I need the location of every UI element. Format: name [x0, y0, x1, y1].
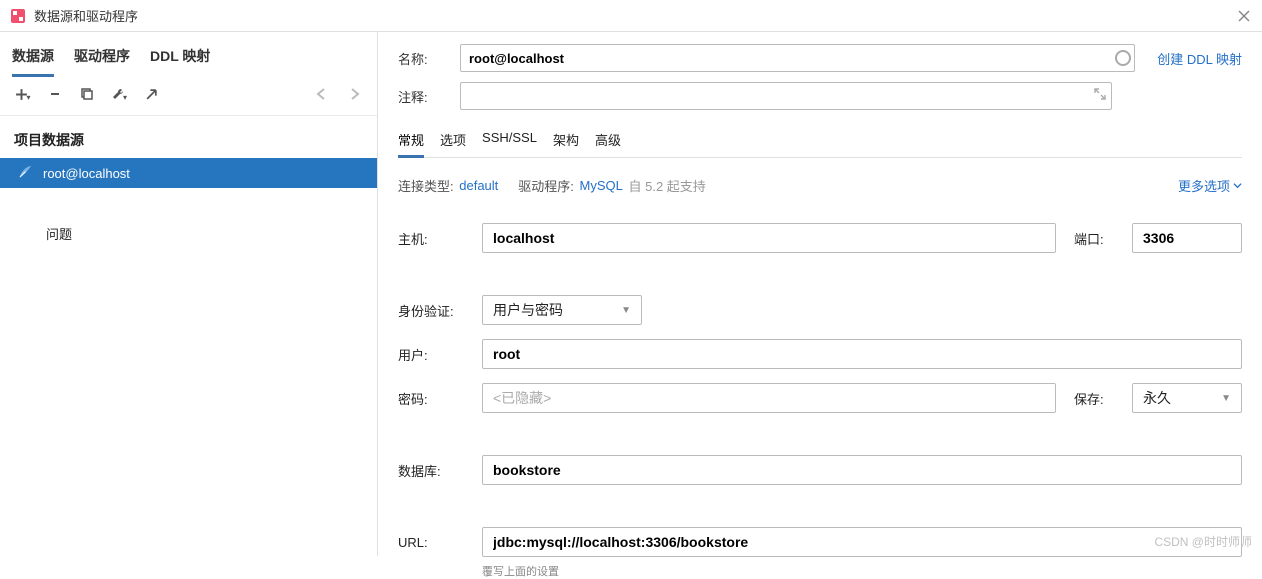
port-input[interactable] [1132, 223, 1242, 253]
close-icon[interactable] [1236, 8, 1252, 24]
tab-driver[interactable]: 驱动程序 [74, 42, 130, 77]
tab-datasource[interactable]: 数据源 [12, 42, 54, 77]
auth-row: 身份验证: 用户与密码 ▼ [398, 295, 1242, 325]
sub-tab-advanced[interactable]: 高级 [595, 126, 621, 158]
chevron-down-icon: ▼ [1221, 393, 1231, 404]
comment-label: 注释: [398, 87, 450, 106]
app-icon [10, 8, 26, 24]
forward-icon[interactable] [345, 85, 363, 103]
main-container: 数据源 驱动程序 DDL 映射 ▾ ▾ 项目数据源 root@localhost… [0, 32, 1262, 556]
right-panel: 名称: 创建 DDL 映射 注释: 常规 选项 SSH/SSL 架构 高级 连接… [378, 32, 1262, 556]
host-input[interactable] [482, 223, 1056, 253]
driver-label: 驱动程序: [518, 176, 574, 195]
user-input[interactable] [482, 339, 1242, 369]
form-grid: 主机: 端口: 身份验证: 用户与密码 ▼ 用户: 密码: 保存: [398, 223, 1242, 579]
more-options-link[interactable]: 更多选项 [1178, 176, 1242, 195]
expand-comment-icon[interactable] [1094, 88, 1106, 103]
url-label: URL: [398, 535, 464, 550]
connection-info-line: 连接类型: default 驱动程序: MySQL 自 5.2 起支持 更多选项 [398, 176, 1242, 195]
copy-icon[interactable] [78, 85, 96, 103]
url-input[interactable] [482, 527, 1242, 557]
sub-tab-ssh[interactable]: SSH/SSL [482, 126, 537, 158]
left-tabs: 数据源 驱动程序 DDL 映射 [0, 32, 377, 77]
feather-icon [18, 164, 33, 182]
auth-label: 身份验证: [398, 301, 464, 320]
watermark: CSDN @时时师师 [1154, 533, 1252, 550]
sub-tabs: 常规 选项 SSH/SSL 架构 高级 [398, 126, 1242, 158]
wrench-icon[interactable]: ▾ [110, 85, 128, 103]
sub-tab-schema[interactable]: 架构 [553, 126, 579, 158]
driver-support-text: 自 5.2 起支持 [629, 176, 706, 195]
sub-tab-options[interactable]: 选项 [440, 126, 466, 158]
conn-type-label: 连接类型: [398, 176, 454, 195]
driver-value[interactable]: MySQL [578, 178, 625, 193]
password-label: 密码: [398, 389, 464, 408]
name-input[interactable] [460, 44, 1135, 72]
database-row: 数据库: [398, 455, 1242, 485]
problems-item[interactable]: 问题 [0, 224, 377, 243]
url-row: URL: [398, 527, 1242, 557]
create-ddl-link[interactable]: 创建 DDL 映射 [1157, 49, 1242, 68]
chevron-down-icon: ▼ [621, 305, 631, 316]
host-label: 主机: [398, 229, 464, 248]
password-row: 密码: 保存: 永久 ▼ [398, 383, 1242, 413]
comment-row: 注释: [398, 82, 1242, 110]
window-title: 数据源和驱动程序 [34, 6, 1236, 25]
tab-ddl-mapping[interactable]: DDL 映射 [150, 42, 210, 77]
left-toolbar: ▾ ▾ [0, 77, 377, 111]
name-row: 名称: 创建 DDL 映射 [398, 44, 1242, 72]
user-label: 用户: [398, 345, 464, 364]
url-hint: 覆写上面的设置 [482, 563, 1242, 579]
port-label: 端口: [1074, 229, 1114, 248]
conn-type-value[interactable]: default [457, 178, 500, 193]
expand-icon[interactable] [142, 85, 160, 103]
database-label: 数据库: [398, 461, 464, 480]
sub-tab-general[interactable]: 常规 [398, 126, 424, 158]
comment-input[interactable] [460, 82, 1112, 110]
password-input[interactable] [482, 383, 1056, 413]
back-icon[interactable] [313, 85, 331, 103]
datasource-item[interactable]: root@localhost [0, 158, 377, 188]
auth-select[interactable]: 用户与密码 ▼ [482, 295, 642, 325]
host-row: 主机: 端口: [398, 223, 1242, 253]
save-select[interactable]: 永久 ▼ [1132, 383, 1242, 413]
left-panel: 数据源 驱动程序 DDL 映射 ▾ ▾ 项目数据源 root@localhost… [0, 32, 378, 556]
name-label: 名称: [398, 49, 450, 68]
user-row: 用户: [398, 339, 1242, 369]
titlebar: 数据源和驱动程序 [0, 0, 1262, 32]
database-input[interactable] [482, 455, 1242, 485]
save-label: 保存: [1074, 389, 1114, 408]
add-icon[interactable]: ▾ [14, 85, 32, 103]
remove-icon[interactable] [46, 85, 64, 103]
project-datasource-title: 项目数据源 [0, 120, 377, 158]
datasource-item-label: root@localhost [43, 166, 130, 181]
